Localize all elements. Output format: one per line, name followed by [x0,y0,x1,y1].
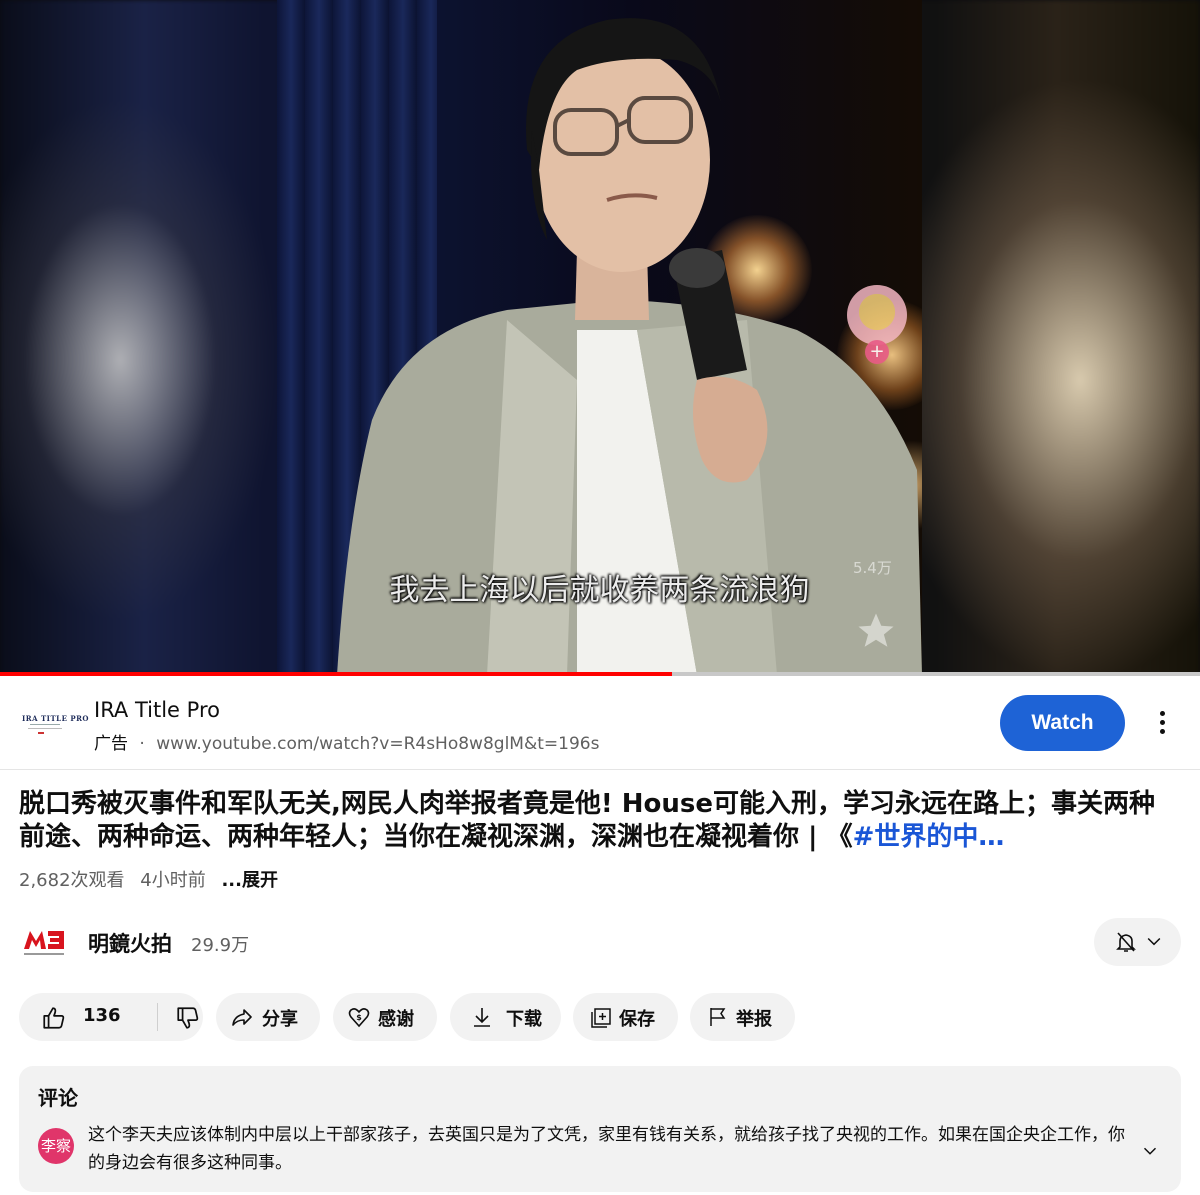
view-count: 2,682次观看 [19,870,125,891]
download-label: 下载 [506,1009,542,1030]
video-stats[interactable]: 2,682次观看 4小时前 ...展开 [19,866,278,892]
report-label: 举报 [736,1009,772,1030]
share-label: 分享 [262,1009,298,1030]
save-button[interactable]: 保存 [573,993,678,1041]
save-icon [591,1008,611,1028]
download-icon [474,1008,490,1027]
channel-logo[interactable] [22,925,66,959]
like-count: 136 [83,1005,121,1026]
comment-text: 这个李天夫应该体制内中层以上干部家孩子，去英国只是为了文凭，家里有钱有关系，就给… [88,1125,1125,1173]
chevron-down-icon[interactable] [1139,1140,1161,1162]
thanks-label: 感谢 [378,1009,414,1030]
report-icon [710,1008,726,1026]
download-button[interactable]: 下载 [450,993,561,1041]
dislike-icon[interactable] [175,1005,201,1031]
notification-bell-button[interactable] [1094,918,1181,966]
creator-avatar-overlay [847,285,907,345]
report-button[interactable]: 举报 [690,993,795,1041]
expand-description[interactable]: ...展开 [221,870,278,891]
bell-off-icon [1116,932,1136,952]
like-dislike-group[interactable]: 136 [19,993,203,1041]
channel-name[interactable]: 明鏡火拍 [88,928,172,958]
follow-plus-icon: + [865,340,889,364]
video-title-hashtag[interactable]: #世界的中… [853,822,1005,852]
video-title[interactable]: 脱口秀被灭事件和军队无关,网民人肉举报者竟是他! House可能入刑，学习永远在… [19,788,1179,854]
video-player[interactable]: + 5.4万 我去上海以后就收养两条流浪狗 [0,0,1200,675]
more-vert-icon[interactable] [1150,707,1174,741]
svg-text:$: $ [356,1013,362,1022]
upload-time: 4小时前 [140,870,206,891]
like-divider [157,1003,158,1031]
share-button[interactable]: 分享 [216,993,320,1041]
comments-title: 评论 [38,1086,78,1110]
save-label: 保存 [619,1009,655,1030]
ad-logo: IRA TITLE PRO [18,706,89,742]
comments-panel[interactable]: 评论 李察 这个李天夫应该体制内中层以上干部家孩子，去英国只是为了文凭，家里有钱… [19,1066,1181,1192]
ad-tag: 广告 [94,734,128,754]
subscriber-count: 29.9万 [191,935,250,956]
ad-separator: · [139,734,145,754]
ad-title[interactable]: IRA Title Pro [94,698,220,722]
ad-meta: 广告 · www.youtube.com/watch?v=R4sHo8w8glM… [94,729,599,754]
thanks-icon: $ [348,1008,370,1028]
ad-logo-text: IRA TITLE PRO [22,714,90,723]
star-icon [858,613,894,647]
watch-button[interactable]: Watch [1000,695,1125,751]
ad-url: www.youtube.com/watch?v=R4sHo8w8glM&t=19… [156,734,600,754]
chevron-down-icon [1147,937,1161,946]
commenter-avatar: 李察 [38,1128,74,1164]
thanks-button[interactable]: $ 感谢 [333,993,437,1041]
share-icon [232,1009,252,1026]
video-subtitle: 我去上海以后就收养两条流浪狗 [389,573,810,608]
like-icon[interactable] [41,1005,67,1031]
